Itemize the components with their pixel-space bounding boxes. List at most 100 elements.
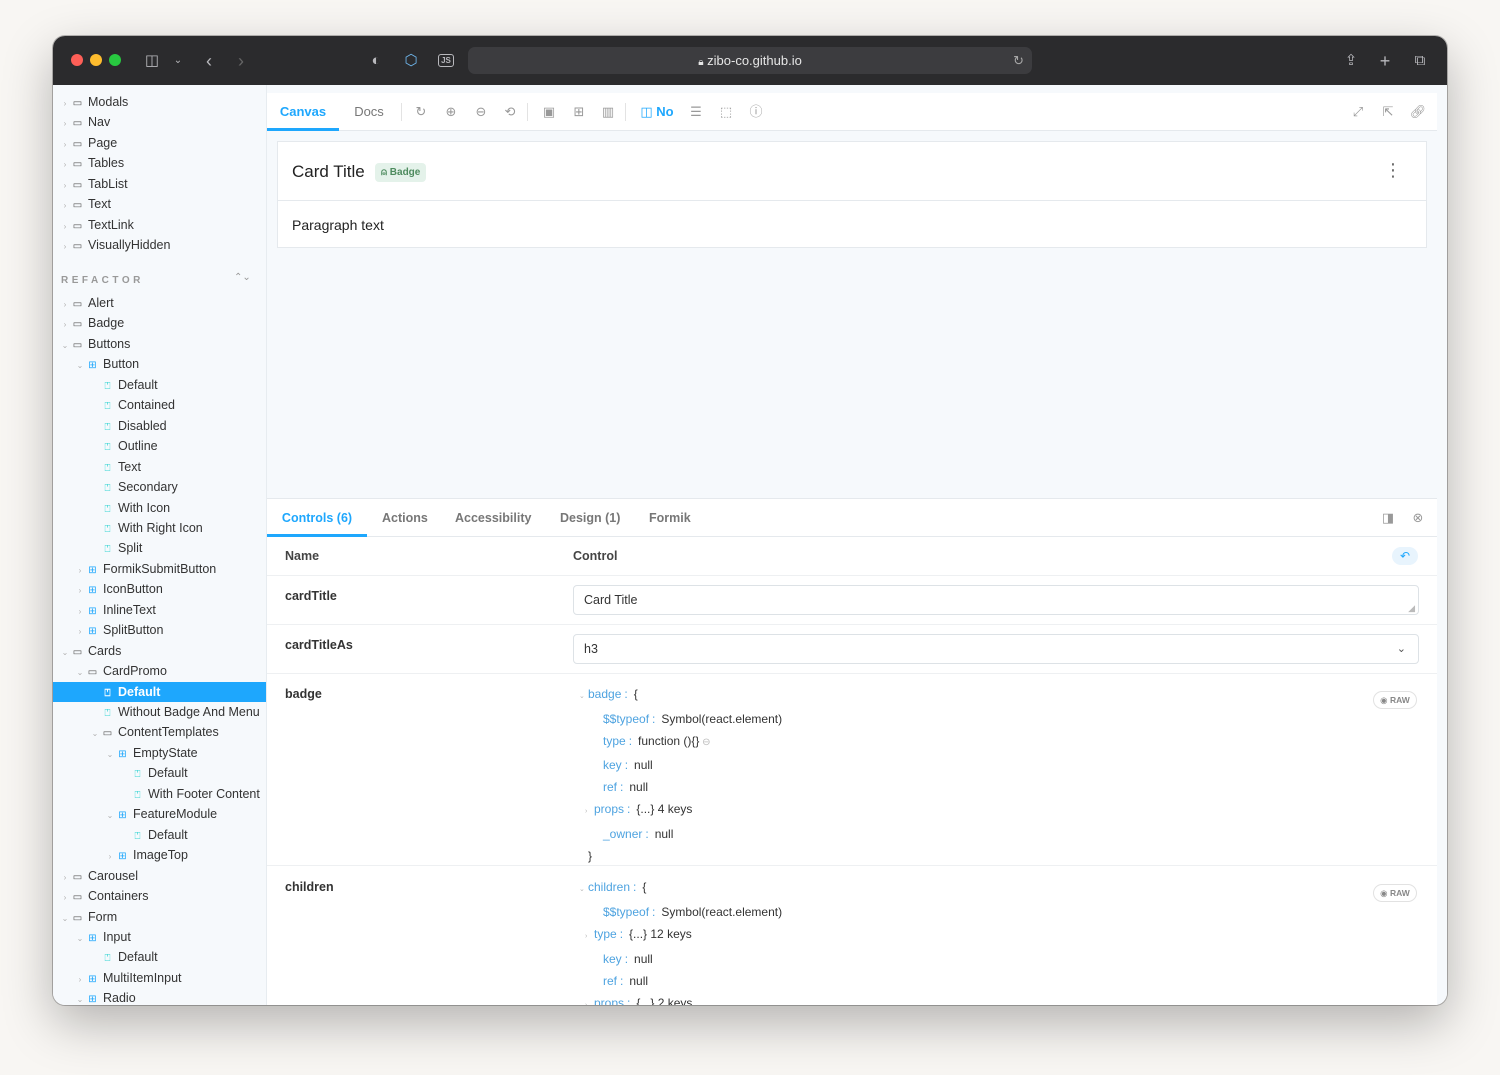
object-line[interactable]: key: null xyxy=(579,754,782,776)
grid-icon[interactable]: ⊞ xyxy=(569,102,589,122)
sidebar-item[interactable]: ⍞ Default xyxy=(90,375,158,395)
tab-actions[interactable]: Actions xyxy=(382,499,428,537)
sidebar-item[interactable]: ⍞ Default xyxy=(90,947,158,967)
shield-icon[interactable]: ◐ xyxy=(365,50,387,72)
js-extension-icon[interactable]: JS xyxy=(435,50,457,72)
sidebar-item[interactable]: ⍞ Default xyxy=(120,825,188,845)
object-line[interactable]: › props: {...} 4 keys xyxy=(579,798,782,823)
sidebar-item[interactable]: › ▭ Tables xyxy=(60,153,124,173)
object-line[interactable]: ⌄ badge: { xyxy=(579,683,782,708)
sidebar-item[interactable]: ⌄ ⊞ EmptyState xyxy=(105,743,198,763)
panel-orientation-icon[interactable]: ◨ xyxy=(1379,509,1397,527)
reload-story-icon[interactable]: ↻ xyxy=(411,102,431,122)
sidebar-item[interactable]: › ⊞ SplitButton xyxy=(75,620,164,640)
sidebar-item[interactable]: ⍞ Split xyxy=(90,538,143,558)
sidebar-item[interactable]: ⌄ ▭ Buttons xyxy=(60,334,131,354)
tab-docs[interactable]: Docs xyxy=(349,93,389,131)
sidebar-item[interactable]: › ▭ Text xyxy=(60,194,111,214)
sidebar-item[interactable]: ⍞ Default xyxy=(53,681,266,702)
sidebar-item[interactable]: › ⊞ FormikSubmitButton xyxy=(75,559,217,579)
cardtitle-input[interactable]: Card Title ◢ xyxy=(573,585,1419,615)
sidebar-item[interactable]: ⌄ ▭ CardPromo xyxy=(75,661,167,681)
sidebar-item[interactable]: ⌄ ⊞ FeatureModule xyxy=(105,804,217,824)
sidebar-item[interactable]: › ⊞ InlineText xyxy=(75,600,156,620)
zoom-window-button[interactable] xyxy=(109,54,121,66)
sidebar-item[interactable]: ⌄ ⊞ Input xyxy=(75,927,131,947)
object-line[interactable]: type: function (){} ⊖ xyxy=(579,730,782,754)
share-icon[interactable]: ⇪ xyxy=(1340,50,1362,72)
background-icon[interactable]: ▣ xyxy=(539,102,559,122)
sidebar-item[interactable]: ⍞ With Footer Content xyxy=(120,784,260,804)
tab-design[interactable]: Design (1) xyxy=(560,499,620,537)
expand-collapse-icon[interactable]: ⌃⌄ xyxy=(234,272,251,283)
sidebar-item[interactable]: ⌄ ⊞ Button xyxy=(75,354,140,374)
sidebar-item[interactable]: ⍞ Default xyxy=(120,763,188,783)
sidebar-item[interactable]: › ⊞ ImageTop xyxy=(105,845,188,865)
zoom-reset-icon[interactable]: ⟲ xyxy=(500,102,520,122)
viewport-icon[interactable]: ☰ xyxy=(686,102,706,122)
object-line[interactable]: $$typeof: Symbol(react.element) xyxy=(579,901,782,923)
children-raw-button[interactable]: ◉ RAW xyxy=(1373,884,1417,902)
sidebar-item[interactable]: › ▭ Page xyxy=(60,133,118,153)
sidebar-item[interactable]: ⌄ ▭ Cards xyxy=(60,641,122,661)
sidebar-item[interactable]: › ▭ Modals xyxy=(60,92,129,112)
badge-raw-button[interactable]: ◉ RAW xyxy=(1373,691,1417,709)
sidebar-item[interactable]: ⍞ Outline xyxy=(90,436,158,456)
cardtitleas-select[interactable]: h3 ⌄ xyxy=(573,634,1419,664)
tab-controls[interactable]: Controls (6) xyxy=(267,499,367,537)
object-line[interactable]: $$typeof: Symbol(react.element) xyxy=(579,708,782,730)
remove-icon[interactable]: ⊖ xyxy=(699,737,710,748)
sidebar-item[interactable]: ⌄ ▭ Form xyxy=(60,907,118,927)
badge-object-editor[interactable]: ⌄ badge: {$$typeof: Symbol(react.element) ty… xyxy=(579,683,782,867)
collapse-icon[interactable]: ⌄ xyxy=(579,686,588,708)
close-window-button[interactable] xyxy=(71,54,83,66)
sidebar-item[interactable]: › ▭ Carousel xyxy=(60,866,138,886)
forward-icon[interactable]: › xyxy=(230,50,252,72)
object-line[interactable]: key: null xyxy=(579,948,782,970)
sidebar-item[interactable]: › ▭ Badge xyxy=(60,313,125,333)
object-line[interactable]: › type: {...} 12 keys xyxy=(579,923,782,948)
sidebar-item[interactable]: ⍞ Secondary xyxy=(90,477,178,497)
sidebar-item[interactable]: › ▭ Alert xyxy=(60,293,114,313)
tab-canvas[interactable]: Canvas xyxy=(267,93,339,131)
copy-link-icon[interactable]: 🔗︎ xyxy=(1408,102,1428,122)
minimize-window-button[interactable] xyxy=(90,54,102,66)
kebab-menu-icon[interactable]: ⋮ xyxy=(1384,160,1402,180)
sidebar-item[interactable]: ⍞ Contained xyxy=(90,395,176,415)
sidebar-item[interactable]: › ▭ VisuallyHidden xyxy=(60,235,171,255)
sidebar-item[interactable]: ⍞ With Right Icon xyxy=(90,518,203,538)
sidebar-item[interactable]: › ▭ TextLink xyxy=(60,215,134,235)
measure-icon[interactable]: ▥ xyxy=(598,102,618,122)
cube-extension-icon[interactable]: ⬡ xyxy=(400,50,422,72)
tab-accessibility[interactable]: Accessibility xyxy=(455,499,531,537)
object-line[interactable]: ref: null xyxy=(579,776,782,798)
sidebar-item[interactable]: › ⊞ MultiItemInput xyxy=(75,968,182,988)
sidebar-item[interactable]: › ▭ Containers xyxy=(60,886,149,906)
reset-controls-button[interactable]: ↶ xyxy=(1392,547,1418,565)
chevron-down-icon[interactable]: ⌄ xyxy=(167,50,189,72)
collapse-icon[interactable]: ⌄ xyxy=(579,879,588,901)
sidebar-item[interactable]: ⍞ Without Badge And Menu xyxy=(90,702,260,722)
object-line[interactable]: ›props: {...} 2 keys xyxy=(579,992,782,1005)
close-panel-icon[interactable]: ⊗ xyxy=(1409,509,1427,527)
outline-box-icon[interactable]: ⬚ xyxy=(716,102,736,122)
outline-toggle[interactable]: ◫ No xyxy=(637,102,677,122)
tab-overview-icon[interactable]: ⧉ xyxy=(1409,50,1431,72)
children-object-editor[interactable]: ⌄ children: {$$typeof: Symbol(react.element… xyxy=(579,876,782,1005)
sidebar-item[interactable]: › ⊞ IconButton xyxy=(75,579,163,599)
sidebar-item[interactable]: › ▭ Nav xyxy=(60,112,111,132)
tab-formik[interactable]: Formik xyxy=(649,499,691,537)
accessibility-icon[interactable]: ⓘ xyxy=(746,102,766,122)
zoom-in-icon[interactable]: ⊕ xyxy=(441,102,461,122)
object-line[interactable]: } xyxy=(579,845,782,867)
object-line[interactable]: ⌄ children: { xyxy=(579,876,782,901)
new-tab-icon[interactable]: + xyxy=(1374,50,1396,72)
sidebar-item[interactable]: ⍞ With Icon xyxy=(90,498,171,518)
sidebar-item[interactable]: ⌄ ▭ ContentTemplates xyxy=(90,722,219,742)
object-line[interactable]: _owner: null xyxy=(579,823,782,845)
fullscreen-icon[interactable]: ⤢ xyxy=(1348,102,1368,122)
sidebar-toggle-icon[interactable]: ◫ xyxy=(141,50,163,72)
expand-icon[interactable]: › xyxy=(585,995,594,1005)
sidebar-item[interactable]: ⌄ ⊞ Radio xyxy=(75,988,136,1005)
sidebar-item[interactable]: ⍞ Disabled xyxy=(90,416,167,436)
